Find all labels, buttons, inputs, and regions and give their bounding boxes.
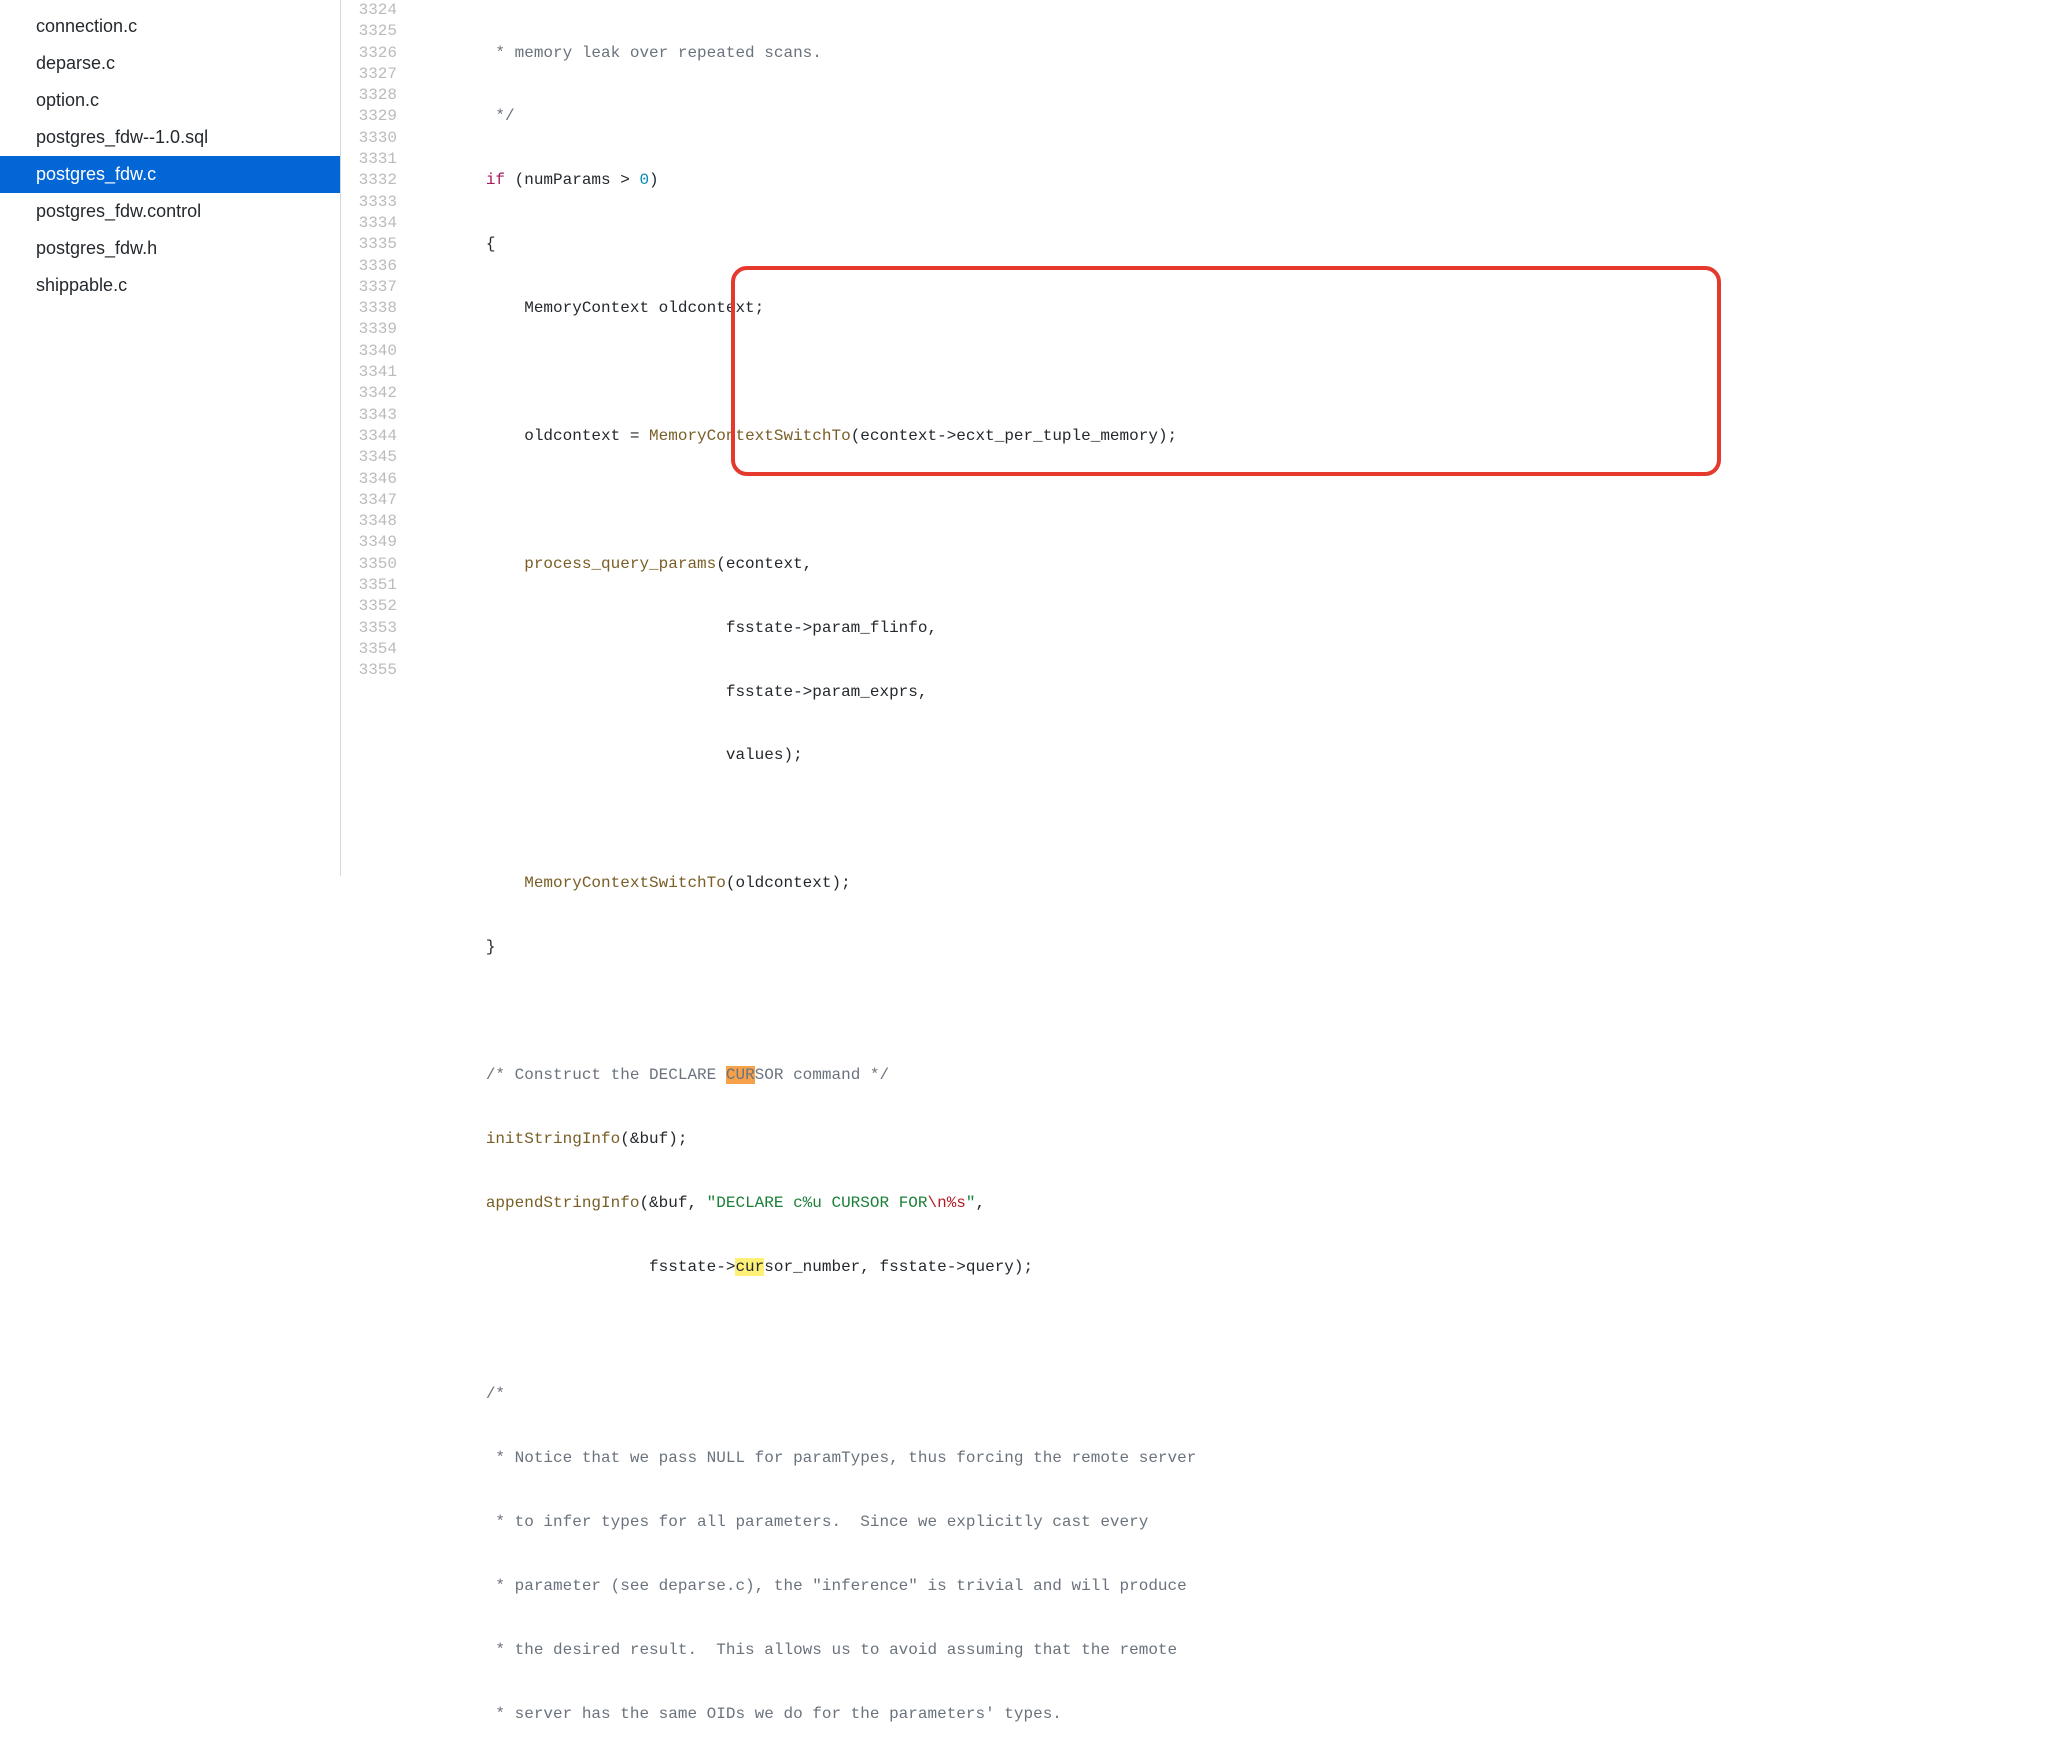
line-number: 3347 [341,490,397,511]
line-number: 3325 [341,21,397,42]
sidebar-item-postgres-fdw-c[interactable]: postgres_fdw.c [0,156,340,193]
line-number: 3348 [341,511,397,532]
string-literal: "DECLARE c%u CURSOR FOR [707,1194,928,1212]
line-number: 3327 [341,64,397,85]
line-number: 3326 [341,43,397,64]
fn-memory-context-switch-2: MemoryContextSwitchTo [524,874,726,892]
line-number: 3354 [341,639,397,660]
fn-init-string-info: initStringInfo [486,1130,620,1148]
sidebar-item-shippable[interactable]: shippable.c [0,267,340,304]
line-number: 3335 [341,234,397,255]
line-number: 3342 [341,383,397,404]
keyword-if: if [486,171,505,189]
line-number: 3355 [341,660,397,681]
line-number: 3338 [341,298,397,319]
search-highlight-current: CUR [726,1066,755,1084]
code-editor[interactable]: 3324332533263327332833293330333133323333… [340,0,2052,876]
sidebar-item-postgres-fdw-sql[interactable]: postgres_fdw--1.0.sql [0,119,340,156]
line-number: 3324 [341,0,397,21]
line-number: 3351 [341,575,397,596]
comment-close: */ [409,107,515,125]
comment-open: /* [486,1385,505,1403]
line-number: 3340 [341,341,397,362]
sidebar-item-postgres-fdw-control[interactable]: postgres_fdw.control [0,193,340,230]
sidebar-item-postgres-fdw-h[interactable]: postgres_fdw.h [0,230,340,267]
line-number: 3329 [341,106,397,127]
line-number: 3336 [341,256,397,277]
line-number: 3344 [341,426,397,447]
line-number: 3341 [341,362,397,383]
line-number: 3353 [341,618,397,639]
line-number: 3328 [341,85,397,106]
search-highlight-match: cur [735,1258,764,1276]
file-sidebar: connection.c deparse.c option.c postgres… [0,0,340,876]
fn-memory-context-switch: MemoryContextSwitchTo [649,427,851,445]
line-number: 3346 [341,469,397,490]
line-number: 3334 [341,213,397,234]
line-number: 3332 [341,170,397,191]
sidebar-item-connection[interactable]: connection.c [0,8,340,45]
fn-process-query-params: process_query_params [524,555,716,573]
line-number: 3333 [341,192,397,213]
sidebar-item-deparse[interactable]: deparse.c [0,45,340,82]
code-content[interactable]: * memory leak over repeated scans. */ if… [409,0,2052,876]
line-number: 3345 [341,447,397,468]
line-number: 3343 [341,405,397,426]
line-number-gutter: 3324332533263327332833293330333133323333… [341,0,409,876]
escape-sequence: \n%s [928,1194,966,1212]
line-number: 3330 [341,128,397,149]
line-number: 3352 [341,596,397,617]
line-number: 3331 [341,149,397,170]
fn-append-string-info: appendStringInfo [486,1194,640,1212]
line-number: 3337 [341,277,397,298]
line-number: 3339 [341,319,397,340]
sidebar-item-option[interactable]: option.c [0,82,340,119]
line-number: 3349 [341,532,397,553]
comment-text: * memory leak over repeated scans. [409,44,822,62]
line-number: 3350 [341,554,397,575]
